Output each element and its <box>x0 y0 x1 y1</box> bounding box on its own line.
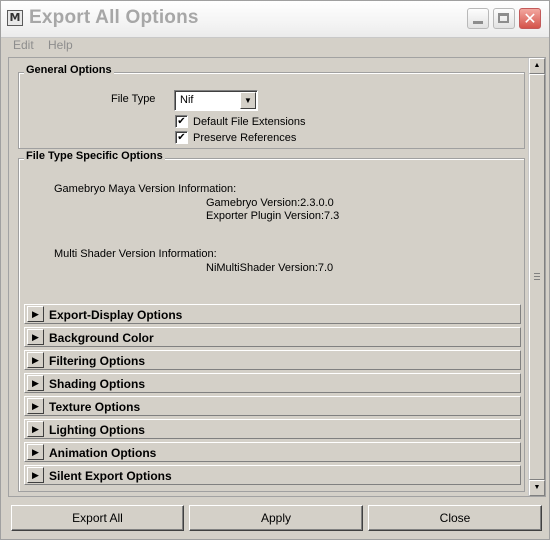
maximize-icon <box>498 13 509 23</box>
scroll-down-arrow-icon[interactable]: ▼ <box>529 480 545 496</box>
file-type-specific-title: File Type Specific Options <box>24 150 165 162</box>
apply-button[interactable]: Apply <box>189 505 363 531</box>
section-label: Export-Display Options <box>49 308 183 322</box>
scroll-thumb[interactable] <box>529 74 545 480</box>
scroll-up-arrow-icon[interactable]: ▲ <box>529 58 545 74</box>
title-bar[interactable]: M Export All Options ✕ <box>1 1 549 38</box>
section-filtering[interactable]: ▶ Filtering Options <box>24 350 521 370</box>
close-window-button[interactable]: ✕ <box>519 8 541 29</box>
window-title: Export All Options <box>29 7 199 28</box>
grip-line <box>534 273 540 274</box>
multishader-info-header: Multi Shader Version Information: <box>54 248 217 260</box>
section-animation[interactable]: ▶ Animation Options <box>24 442 521 462</box>
nimultishader-version: NiMultiShader Version:7.0 <box>206 262 334 274</box>
maximize-button[interactable] <box>493 8 515 29</box>
default-extensions-label: Default File Extensions <box>193 116 306 128</box>
options-scroll-pane: General Options File Type Nif ▼ ✔ Defaul… <box>8 57 546 497</box>
section-lighting[interactable]: ▶ Lighting Options <box>24 419 521 439</box>
close-icon: ✕ <box>523 9 537 28</box>
chevron-down-icon[interactable]: ▼ <box>240 92 256 109</box>
section-label: Texture Options <box>49 400 141 414</box>
minimize-button[interactable] <box>467 8 489 29</box>
file-type-label: File Type <box>111 93 156 105</box>
minimize-icon <box>473 21 483 24</box>
menu-help[interactable]: Help <box>48 38 73 52</box>
menu-edit[interactable]: Edit <box>13 38 34 52</box>
preserve-references-label: Preserve References <box>193 132 297 144</box>
section-label: Silent Export Options <box>49 469 172 483</box>
file-type-specific-group: File Type Specific Options Gamebryo Maya… <box>18 150 525 492</box>
section-label: Animation Options <box>49 446 157 460</box>
gamebryo-version: Gamebryo Version:2.3.0.0 <box>206 197 334 209</box>
section-label: Shading Options <box>49 377 145 391</box>
expand-arrow-icon[interactable]: ▶ <box>27 329 44 345</box>
expand-arrow-icon[interactable]: ▶ <box>27 467 44 483</box>
general-options-group: General Options File Type Nif ▼ ✔ Defaul… <box>18 64 525 149</box>
grip-line <box>534 276 540 277</box>
default-extensions-checkbox[interactable]: ✔ <box>175 115 188 128</box>
section-export-display[interactable]: ▶ Export-Display Options <box>24 304 521 324</box>
expand-arrow-icon[interactable]: ▶ <box>27 306 44 322</box>
section-silent-export[interactable]: ▶ Silent Export Options <box>24 465 521 485</box>
section-shading[interactable]: ▶ Shading Options <box>24 373 521 393</box>
section-texture[interactable]: ▶ Texture Options <box>24 396 521 416</box>
file-type-select[interactable]: Nif ▼ <box>174 90 258 111</box>
grip-line <box>534 279 540 280</box>
vertical-scrollbar[interactable]: ▲ ▼ <box>528 58 545 496</box>
expand-arrow-icon[interactable]: ▶ <box>27 352 44 368</box>
expand-arrow-icon[interactable]: ▶ <box>27 444 44 460</box>
general-options-title: General Options <box>24 64 114 76</box>
export-all-button[interactable]: Export All <box>11 505 184 531</box>
expand-arrow-icon[interactable]: ▶ <box>27 375 44 391</box>
section-label: Filtering Options <box>49 354 145 368</box>
section-background-color[interactable]: ▶ Background Color <box>24 327 521 347</box>
close-button[interactable]: Close <box>368 505 542 531</box>
menu-bar: Edit Help <box>1 38 549 54</box>
preserve-references-checkbox[interactable]: ✔ <box>175 131 188 144</box>
maya-app-icon: M <box>7 10 23 26</box>
export-options-window: M Export All Options ✕ Edit Help General… <box>0 0 550 540</box>
exporter-plugin-version: Exporter Plugin Version:7.3 <box>206 210 340 222</box>
gamebryo-info-header: Gamebryo Maya Version Information: <box>54 183 237 195</box>
section-label: Background Color <box>49 331 154 345</box>
expand-arrow-icon[interactable]: ▶ <box>27 398 44 414</box>
section-label: Lighting Options <box>49 423 145 437</box>
file-type-value: Nif <box>180 94 194 106</box>
expand-arrow-icon[interactable]: ▶ <box>27 421 44 437</box>
